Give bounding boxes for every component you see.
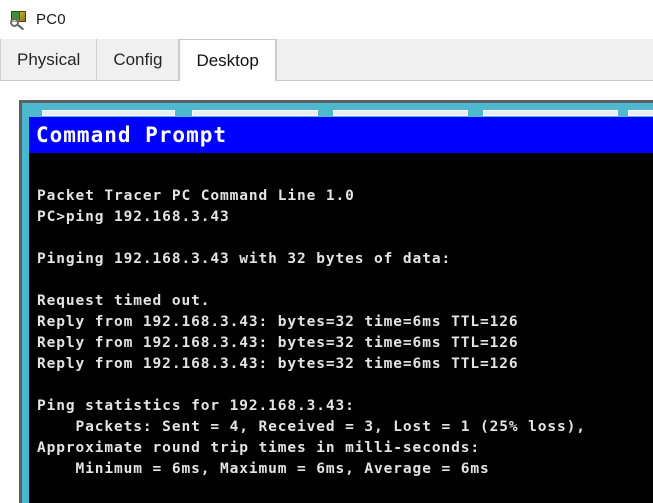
desktop-app-button[interactable] <box>628 110 653 116</box>
terminal-line: Approximate round trip times in milli-se… <box>37 440 480 456</box>
tab-desktop-label: Desktop <box>196 50 259 70</box>
terminal-line: Packets: Sent = 4, Received = 3, Lost = … <box>37 419 586 435</box>
desktop-app-button[interactable] <box>192 110 318 116</box>
terminal-line: Minimum = 6ms, Maximum = 6ms, Average = … <box>37 461 490 477</box>
window-title-text: PC0 <box>36 10 66 28</box>
terminal-line: Pinging 192.168.3.43 with 32 bytes of da… <box>37 251 452 267</box>
terminal-line: Packet Tracer PC Command Line 1.0 <box>37 188 355 204</box>
terminal-line: Request timed out. <box>37 293 211 309</box>
tab-physical[interactable]: Physical <box>0 39 98 80</box>
command-prompt-output[interactable]: Packet Tracer PC Command Line 1.0 PC>pin… <box>29 153 653 503</box>
desktop-app-button[interactable] <box>333 110 468 116</box>
terminal-line: PC>ping 192.168.3.43 <box>37 209 230 225</box>
window-titlebar: PC0 <box>0 0 653 38</box>
tab-desktop[interactable]: Desktop <box>179 39 276 81</box>
command-prompt-titlebar[interactable]: Command Prompt <box>29 117 653 153</box>
terminal-line: Reply from 192.168.3.43: bytes=32 time=6… <box>37 335 519 351</box>
pc0-device-window: PC0 Physical Config Desktop Command Prom… <box>0 0 653 503</box>
tab-strip-filler <box>275 39 653 80</box>
tab-config[interactable]: Config <box>97 39 180 80</box>
terminal-line: Ping statistics for 192.168.3.43: <box>37 398 355 414</box>
command-prompt-window: Command Prompt Packet Tracer PC Command … <box>25 117 653 503</box>
terminal-line: Reply from 192.168.3.43: bytes=32 time=6… <box>37 356 519 372</box>
command-prompt-title: Command Prompt <box>36 123 228 147</box>
pc-device-icon <box>9 9 29 31</box>
terminal-line: Reply from 192.168.3.43: bytes=32 time=6… <box>37 314 519 330</box>
desktop-app-button[interactable] <box>42 110 175 116</box>
desktop-content-area: Command Prompt Packet Tracer PC Command … <box>0 81 653 503</box>
desktop-app-button[interactable] <box>483 110 618 116</box>
tab-strip: Physical Config Desktop <box>0 39 653 81</box>
desktop-panel: Command Prompt Packet Tracer PC Command … <box>19 100 653 503</box>
tab-config-label: Config <box>113 49 163 69</box>
tab-physical-label: Physical <box>17 49 81 69</box>
